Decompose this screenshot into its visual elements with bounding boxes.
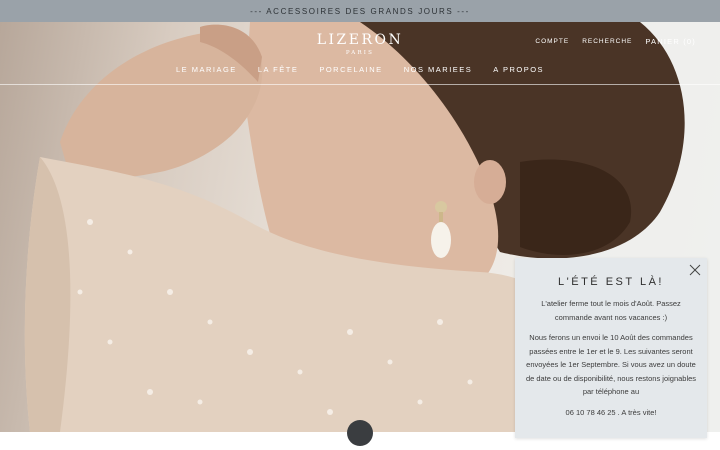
header-divider <box>0 84 720 85</box>
scroll-down-button[interactable] <box>347 420 373 446</box>
main-navigation: LE MARIAGE LA FÊTE PORCELAINE NOS MARIEE… <box>0 65 720 74</box>
announcement-text: --- ACCESSOIRES DES GRANDS JOURS --- <box>250 6 470 16</box>
nav-item-le-mariage[interactable]: LE MARIAGE <box>176 65 237 74</box>
popup-paragraph-phone: 06 10 78 46 25 . A très vite! <box>565 407 657 417</box>
popup-paragraph-shipping: Nous ferons un envoi le 10 Août des comm… <box>525 333 697 396</box>
account-link[interactable]: COMPTE <box>535 38 569 45</box>
newsletter-popup: L'ÉTÉ EST LÀ! L'atelier ferme tout le mo… <box>515 258 707 438</box>
site-header: LIZERON PARIS COMPTE RECHERCHE PANIER (0… <box>0 22 720 85</box>
cart-link[interactable]: PANIER (0) <box>645 37 696 46</box>
account-navigation: COMPTE RECHERCHE PANIER (0) <box>535 37 696 46</box>
announcement-bar: --- ACCESSOIRES DES GRANDS JOURS --- <box>0 0 720 22</box>
popup-paragraph-closure: L'atelier ferme tout le mois d'Août. Pas… <box>541 299 681 322</box>
close-icon[interactable] <box>689 264 701 276</box>
search-link[interactable]: RECHERCHE <box>582 38 632 45</box>
nav-item-a-propos[interactable]: A PROPOS <box>493 65 544 74</box>
nav-item-la-fete[interactable]: LA FÊTE <box>258 65 299 74</box>
nav-item-porcelaine[interactable]: PORCELAINE <box>319 65 382 74</box>
popup-title: L'ÉTÉ EST LÀ! <box>558 276 664 288</box>
nav-item-nos-mariees[interactable]: NOS MARIEES <box>404 65 473 74</box>
brand-city: PARIS <box>345 50 375 56</box>
